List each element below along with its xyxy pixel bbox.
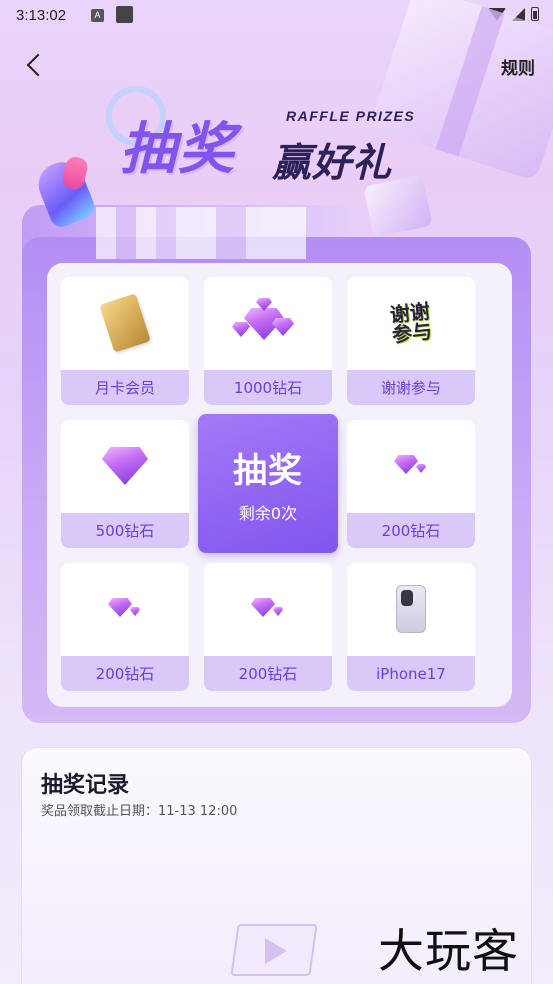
- prize-image: [204, 277, 332, 369]
- prize-image: [61, 277, 189, 369]
- banner-english-title: RAFFLE PRIZES: [286, 108, 416, 124]
- prize-image: [204, 563, 332, 655]
- gem-cluster-icon: [232, 298, 298, 346]
- prize-label: 200钻石: [204, 656, 332, 691]
- pixelated-blur: [96, 207, 306, 259]
- raffle-panel: 月卡会员 1000钻石 谢谢 参与 谢谢参与 500钻石 抽奖 剩余0次 200…: [22, 205, 531, 723]
- prize-label: 月卡会员: [61, 370, 189, 405]
- record-deadline: 奖品领取截止日期：11-13 12:00: [41, 804, 238, 819]
- prize-label: iPhone17: [347, 656, 475, 691]
- prize-label: 500钻石: [61, 513, 189, 548]
- thanks-icon: 谢谢 参与: [388, 299, 434, 347]
- prize-grid: 月卡会员 1000钻石 谢谢 参与 谢谢参与 500钻石 抽奖 剩余0次 200…: [47, 263, 512, 707]
- prize-label: 1000钻石: [204, 370, 332, 405]
- prize-image: [61, 563, 189, 655]
- prize-cell-200-diamonds: 200钻石: [347, 420, 475, 548]
- empty-box-icon: [230, 898, 320, 978]
- prize-image: [347, 420, 475, 512]
- prize-label: 200钻石: [61, 656, 189, 691]
- prize-cell-500-diamonds: 500钻石: [61, 420, 189, 548]
- prize-image: 谢谢 参与: [347, 277, 475, 369]
- notification-a-icon: A: [91, 9, 104, 22]
- draw-button[interactable]: 抽奖 剩余0次: [198, 414, 338, 553]
- prize-cell-200-diamonds: 200钻石: [204, 563, 332, 691]
- draw-remaining-count: 剩余0次: [238, 504, 298, 523]
- record-title: 抽奖记录: [41, 773, 130, 798]
- draw-button-title: 抽奖: [233, 451, 303, 491]
- prize-cell-200-diamonds: 200钻石: [61, 563, 189, 691]
- prize-cell-month-card: 月卡会员: [61, 277, 189, 405]
- gem-small-icon: [251, 598, 285, 620]
- prize-label: 谢谢参与: [347, 370, 475, 405]
- watermark-logo: 大玩客: [378, 924, 519, 978]
- gem-small-icon: [108, 598, 142, 620]
- phone-icon: [396, 585, 426, 633]
- prize-image: [347, 563, 475, 655]
- banner-title: 抽奖: [120, 117, 236, 182]
- rules-button[interactable]: 规则: [501, 54, 535, 79]
- prize-cell-thanks: 谢谢 参与 谢谢参与: [347, 277, 475, 405]
- prize-cell-iphone: iPhone17: [347, 563, 475, 691]
- prize-label: 200钻石: [347, 513, 475, 548]
- banner-subtitle: 赢好礼: [272, 141, 393, 186]
- prize-image: [61, 420, 189, 512]
- gem-icon: [102, 447, 148, 485]
- prize-cell-1000-diamonds: 1000钻石: [204, 277, 332, 405]
- status-time: 3:13:02: [16, 7, 67, 24]
- notification-square-icon: [116, 6, 133, 23]
- battery-icon: [531, 7, 539, 21]
- back-button[interactable]: [22, 52, 50, 80]
- gem-small-icon: [394, 455, 428, 477]
- vip-card-icon: [99, 293, 151, 353]
